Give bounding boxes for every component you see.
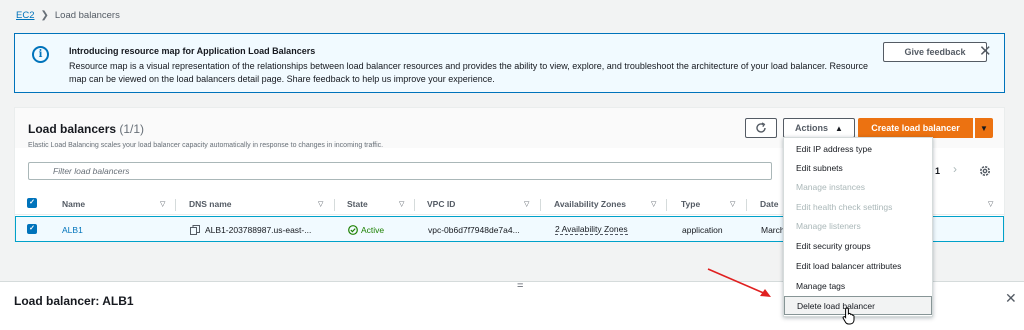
row-dns-name: ALB1-203788987.us-east-... xyxy=(205,225,312,235)
menu-item-manage-tags[interactable]: Manage tags xyxy=(784,277,932,296)
menu-item-edit-ip-address-type[interactable]: Edit IP address type xyxy=(784,140,932,159)
sort-icon[interactable]: ▽ xyxy=(988,200,993,208)
give-feedback-button[interactable]: Give feedback xyxy=(883,42,987,62)
column-header-vpc[interactable]: VPC ID xyxy=(427,199,455,209)
row-name-link[interactable]: ALB1 xyxy=(62,225,83,235)
panel-title-text: Load balancers xyxy=(28,122,117,136)
panel-subtitle: Elastic Load Balancing scales your load … xyxy=(28,142,384,149)
details-title: Load balancer: ALB1 xyxy=(14,294,134,308)
checkbox-icon[interactable]: ✓ xyxy=(27,224,37,234)
column-divider xyxy=(175,199,176,211)
row-date: March xyxy=(761,225,785,235)
checkbox-icon[interactable]: ✓ xyxy=(27,198,37,208)
menu-item-delete-load-balancer[interactable]: Delete load balancer xyxy=(784,296,932,315)
info-icon: i xyxy=(32,46,49,63)
menu-item-edit-health-check: Edit health check settings xyxy=(796,202,893,212)
menu-item-edit-attributes[interactable]: Edit load balancer attributes xyxy=(784,257,932,276)
menu-item-manage-listeners: Manage listeners xyxy=(796,221,861,231)
drag-handle[interactable]: = xyxy=(517,280,523,292)
column-divider xyxy=(746,199,747,211)
sort-icon[interactable]: ▽ xyxy=(524,200,529,208)
column-header-az[interactable]: Availability Zones xyxy=(554,199,626,209)
row-availability-zones[interactable]: 2 Availability Zones xyxy=(555,224,628,235)
close-icon[interactable]: ✕ xyxy=(979,42,992,60)
sort-icon[interactable]: ▽ xyxy=(399,200,404,208)
row-state: Active xyxy=(361,225,385,235)
sort-icon[interactable]: ▽ xyxy=(160,200,165,208)
refresh-button[interactable] xyxy=(745,118,777,138)
pointer-cursor-icon xyxy=(842,307,855,325)
panel-title: Load balancers (1/1) xyxy=(28,122,144,136)
filter-input[interactable] xyxy=(28,162,772,180)
chevron-right-icon[interactable]: › xyxy=(953,162,957,176)
gear-icon[interactable] xyxy=(978,164,992,178)
sort-icon[interactable]: ▽ xyxy=(651,200,656,208)
chevron-right-icon: ❯ xyxy=(40,10,49,21)
banner-title: Introducing resource map for Application… xyxy=(69,46,316,56)
column-divider xyxy=(334,199,335,211)
panel-count: (1/1) xyxy=(119,122,145,136)
red-arrow-annotation xyxy=(707,268,771,297)
menu-item-edit-subnets[interactable]: Edit subnets xyxy=(784,159,932,178)
resource-map-banner: i Introducing resource map for Applicati… xyxy=(14,33,1005,93)
column-divider xyxy=(666,199,667,211)
close-icon[interactable]: ✕ xyxy=(1005,290,1017,307)
menu-item-edit-security-groups[interactable]: Edit security groups xyxy=(784,237,932,256)
actions-dropdown-menu: Edit IP address type Edit subnets Manage… xyxy=(783,137,933,317)
actions-button[interactable]: Actions ▲ xyxy=(783,118,855,138)
caret-up-icon: ▲ xyxy=(835,123,843,133)
page-number[interactable]: 1 xyxy=(935,166,940,176)
breadcrumb-current: Load balancers xyxy=(54,10,120,21)
refresh-icon xyxy=(756,122,766,133)
column-header-name[interactable]: Name xyxy=(62,199,85,209)
column-header-date[interactable]: Date xyxy=(760,199,778,209)
banner-body: Resource map is a visual representation … xyxy=(69,61,868,84)
sort-icon[interactable]: ▽ xyxy=(318,200,323,208)
copy-icon[interactable] xyxy=(190,225,200,235)
actions-label: Actions xyxy=(795,123,829,133)
create-load-balancer-button[interactable]: Create load balancer xyxy=(858,118,973,138)
sort-icon[interactable]: ▽ xyxy=(730,200,735,208)
column-header-type[interactable]: Type xyxy=(681,199,700,209)
breadcrumb-ec2-link[interactable]: EC2 xyxy=(16,10,34,21)
row-vpc-id: vpc-0b6d7f7948de7a4... xyxy=(428,225,520,235)
column-divider xyxy=(414,199,415,211)
row-type: application xyxy=(682,225,723,235)
column-header-state[interactable]: State xyxy=(347,199,368,209)
check-circle-icon xyxy=(348,225,358,235)
breadcrumb: EC2 ❯ Load balancers xyxy=(16,10,120,21)
menu-item-manage-instances: Manage instances xyxy=(796,182,865,192)
column-header-dns[interactable]: DNS name xyxy=(189,199,232,209)
caret-down-icon[interactable]: ▼ xyxy=(975,118,993,138)
column-divider xyxy=(540,199,541,211)
